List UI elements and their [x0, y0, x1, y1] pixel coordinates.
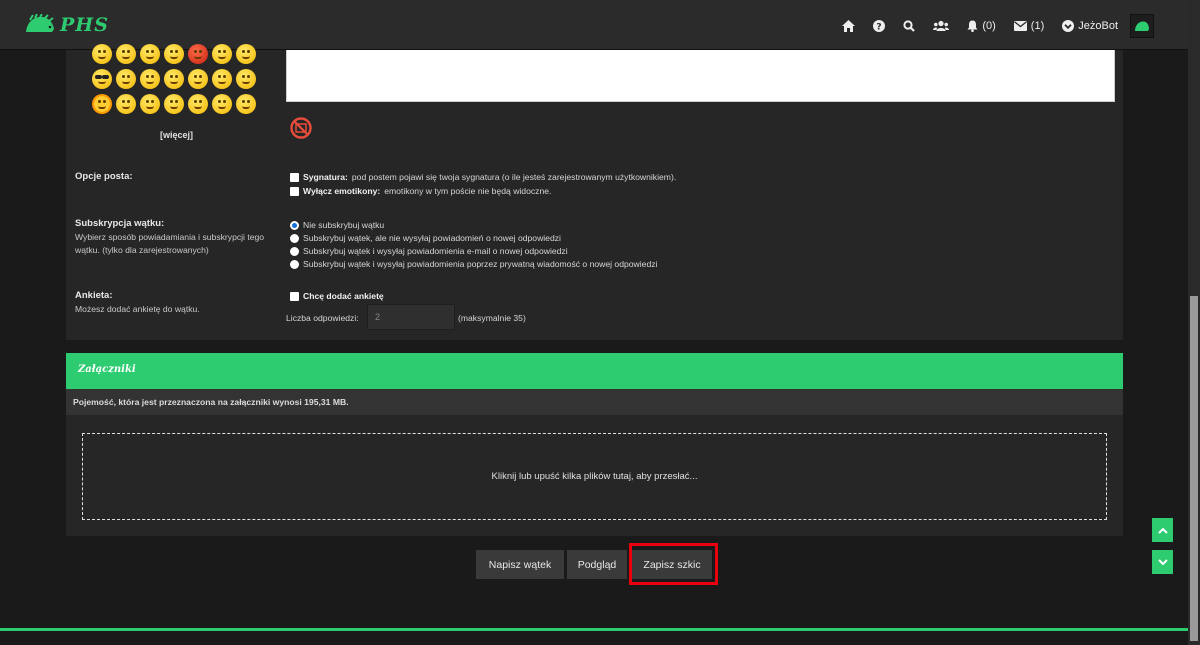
subscription-option[interactable]: Nie subskrybuj wątku	[290, 219, 384, 231]
home-icon	[842, 20, 856, 32]
notifications-link[interactable]: (0)	[967, 20, 996, 32]
add-poll-checkbox[interactable]	[290, 291, 299, 301]
subscription-option-label: Subskrybuj wątek, ale nie wysyłaj powiad…	[303, 233, 561, 243]
file-dropzone[interactable]: Kliknij lub upuść kilka plików tutaj, ab…	[82, 433, 1107, 520]
avatar[interactable]	[1130, 14, 1154, 38]
smiley-icon[interactable]	[140, 44, 160, 64]
hedgehog-avatar-icon	[1135, 21, 1149, 31]
messages-link[interactable]: (1)	[1013, 20, 1045, 32]
attachments-body: Kliknij lub upuść kilka plików tutaj, ab…	[66, 415, 1123, 536]
hedgehog-logo-icon	[26, 14, 54, 32]
question-icon: ?	[873, 20, 886, 33]
nav-links: ? (0) (1) JeżoBot	[824, 13, 1154, 39]
subscription-option-label: Subskrybuj wątek i wysyłaj powiadomienia…	[303, 259, 658, 269]
kiss-smiley-icon[interactable]	[236, 69, 256, 89]
scroll-to-top-button[interactable]	[1152, 518, 1173, 542]
chevron-down-icon	[1157, 558, 1168, 565]
cool-smiley-icon[interactable]	[92, 69, 112, 89]
answer-count-max: (maksymalnie 35)	[458, 313, 526, 323]
logo-text: PHS	[60, 14, 109, 36]
members-link[interactable]	[933, 20, 950, 32]
chevron-up-icon	[1157, 527, 1168, 534]
rolleyes-smiley-icon[interactable]	[236, 94, 256, 114]
poll-description: Możesz dodać ankietę do wątku.	[75, 304, 200, 314]
attachments-header: Załączniki	[66, 353, 1123, 389]
smiley-icon[interactable]	[236, 44, 256, 64]
chevron-down-circle-icon	[1062, 20, 1075, 32]
user-menu[interactable]: JeżoBot	[1062, 14, 1154, 38]
smiley-icon[interactable]	[212, 69, 232, 89]
subscription-radio[interactable]	[290, 246, 299, 256]
search-icon	[903, 20, 916, 32]
attachments-capacity: Pojemość, która jest przeznaczona na zał…	[73, 397, 349, 407]
poll-label: Ankieta:	[75, 290, 113, 301]
page-scrollbar[interactable]	[1188, 0, 1200, 645]
site-logo[interactable]: PHS	[24, 10, 109, 40]
signature-option-text: pod postem pojawi się twoja sygnatura (o…	[351, 172, 677, 182]
message-textarea[interactable]	[286, 50, 1115, 102]
smiley-icon[interactable]	[92, 44, 112, 64]
users-icon	[933, 20, 950, 31]
home-link[interactable]	[842, 20, 856, 32]
dizzy-smiley-icon[interactable]	[212, 94, 232, 114]
add-poll-option[interactable]: Chcę dodać ankietę	[290, 290, 384, 302]
search-link[interactable]	[903, 20, 916, 32]
disable-emoticons-checkbox[interactable]	[290, 186, 299, 196]
subscription-option[interactable]: Subskrybuj wątek i wysyłaj powiadomienia…	[290, 245, 568, 257]
angry-smiley-icon[interactable]	[188, 44, 208, 64]
subscription-option-label: Subskrybuj wątek i wysyłaj powiadomienia…	[303, 246, 568, 256]
post-thread-button[interactable]: Napisz wątek	[476, 550, 564, 579]
smiley-icon[interactable]	[116, 44, 136, 64]
subscription-option-label: Nie subskrybuj wątku	[303, 220, 385, 230]
messages-count: (1)	[1030, 20, 1045, 32]
notifications-count: (0)	[982, 20, 996, 32]
smile-smiley-icon[interactable]	[164, 69, 184, 89]
subscription-radio[interactable]	[290, 233, 299, 243]
signature-checkbox[interactable]	[290, 172, 299, 182]
disable-emoticons-option[interactable]: Wyłącz emotikony: emotikony w tym poście…	[290, 185, 551, 197]
subscription-description: Wybierz sposób powiadamiania i subskrypc…	[75, 232, 265, 255]
smiley-icon[interactable]	[212, 44, 232, 64]
subscription-radio-selected[interactable]	[290, 220, 299, 230]
attachments-title: Załączniki	[78, 364, 136, 375]
subscription-option[interactable]: Subskrybuj wątek, ale nie wysyłaj powiad…	[290, 232, 561, 244]
more-emoticons-link[interactable]: [więcej]	[160, 130, 193, 140]
answer-count-label: Liczba odpowiedzi:	[286, 313, 359, 323]
preview-button[interactable]: Podgląd	[567, 550, 627, 579]
scroll-to-bottom-button[interactable]	[1152, 550, 1173, 574]
scrollbar-thumb[interactable]	[1190, 296, 1198, 641]
bell-icon	[967, 20, 978, 32]
signature-option-title: Sygnatura:	[303, 172, 348, 182]
signature-option[interactable]: Sygnatura: pod postem pojawi się twoja s…	[290, 171, 676, 183]
smiley-icon[interactable]	[164, 44, 184, 64]
answer-count-input[interactable]	[367, 304, 455, 330]
help-link[interactable]: ?	[873, 20, 886, 33]
grin-smiley-icon[interactable]	[116, 69, 136, 89]
footer-divider	[0, 628, 1188, 631]
subscription-option[interactable]: Subskrybuj wątek i wysyłaj powiadomienia…	[290, 258, 657, 270]
neutral-smiley-icon[interactable]	[188, 69, 208, 89]
username: JeżoBot	[1078, 20, 1118, 32]
dropzone-text: Kliknij lub upuść kilka plików tutaj, ab…	[491, 471, 698, 482]
post-options-label: Opcje posta:	[75, 171, 133, 182]
love-smiley-icon[interactable]	[140, 94, 160, 114]
no-image-icon[interactable]	[290, 117, 312, 139]
add-poll-label: Chcę dodać ankietę	[303, 291, 384, 301]
smiley-icon[interactable]	[116, 94, 136, 114]
sun-smiley-icon[interactable]	[92, 94, 112, 114]
post-form-panel: [więcej] Opcje posta: Sygnatura: pod pos…	[66, 44, 1123, 340]
disable-emoticons-title: Wyłącz emotikony:	[303, 186, 381, 196]
laugh-smiley-icon[interactable]	[140, 69, 160, 89]
confused-smiley-icon[interactable]	[188, 94, 208, 114]
subscription-label: Subskrypcja wątku:	[75, 218, 165, 229]
top-navbar: PHS ? (0) (1) JeżoBot	[0, 0, 1188, 50]
disable-emoticons-text: emotikony w tym poście nie będą widoczne…	[384, 186, 552, 196]
subscription-radio[interactable]	[290, 259, 299, 269]
envelope-icon	[1013, 21, 1027, 31]
svg-text:?: ?	[877, 23, 882, 33]
emoticon-picker	[92, 44, 262, 119]
save-draft-highlight	[629, 543, 718, 585]
attachments-info-bar: Pojemość, która jest przeznaczona na zał…	[66, 389, 1123, 415]
wink-smiley-icon[interactable]	[164, 94, 184, 114]
